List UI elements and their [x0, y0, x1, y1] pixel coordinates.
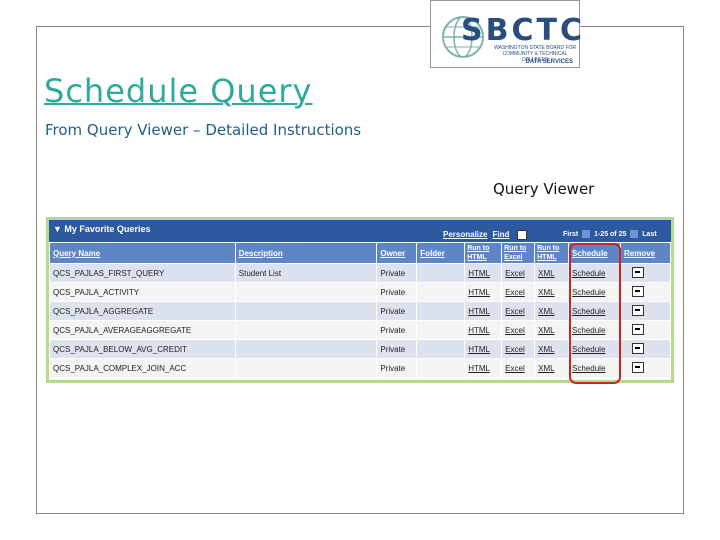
- last-link[interactable]: Last: [642, 231, 656, 238]
- run-xml-link[interactable]: XML: [534, 358, 570, 378]
- col-owner[interactable]: Owner: [376, 242, 418, 264]
- query-folder: [416, 263, 466, 283]
- first-link[interactable]: First: [563, 231, 578, 238]
- run-excel-link[interactable]: Excel: [501, 301, 536, 321]
- remove-cell: [620, 320, 671, 340]
- run-excel-link[interactable]: Excel: [501, 358, 536, 378]
- query-description: Student List: [234, 263, 378, 283]
- header-links: Personalize Find: [443, 230, 532, 240]
- query-folder: [416, 301, 466, 321]
- remove-cell: [620, 282, 671, 302]
- query-description: [234, 301, 378, 321]
- screenshot-caption: Query Viewer: [493, 180, 595, 198]
- find-link[interactable]: Find: [492, 230, 509, 239]
- run-xml-link[interactable]: XML: [534, 339, 570, 359]
- col-remove: Remove: [620, 242, 671, 264]
- favorites-header: ▼ My Favorite Queries Personalize Find Fi…: [49, 220, 671, 242]
- query-name: QCS_PAJLAS_FIRST_QUERY: [49, 263, 236, 283]
- remove-icon[interactable]: [632, 323, 644, 335]
- view-all-icon[interactable]: [517, 230, 528, 240]
- query-folder: [416, 282, 466, 302]
- col-run-xml[interactable]: Run to HTML: [534, 242, 570, 264]
- query-folder: [416, 358, 466, 378]
- query-owner: Private: [376, 358, 418, 378]
- page-range: 1-25 of 25: [594, 230, 627, 238]
- query-description: [234, 358, 378, 378]
- query-name: QCS_PAJLA_AVERAGEAGGREGATE: [49, 320, 236, 340]
- run-html-link[interactable]: HTML: [464, 320, 503, 340]
- run-html-link[interactable]: HTML: [464, 282, 503, 302]
- run-html-link[interactable]: HTML: [464, 301, 503, 321]
- remove-cell: [620, 339, 671, 359]
- remove-cell: [620, 263, 671, 283]
- schedule-column-highlight: [569, 243, 621, 384]
- remove-icon[interactable]: [632, 266, 644, 278]
- remove-icon[interactable]: [632, 342, 644, 354]
- remove-icon[interactable]: [632, 361, 644, 373]
- query-owner: Private: [376, 320, 418, 340]
- next-arrow-icon[interactable]: [630, 230, 639, 238]
- query-owner: Private: [376, 301, 418, 321]
- slide-title: Schedule Query: [44, 72, 313, 110]
- logo-tagline: DATA SERVICES: [525, 59, 573, 65]
- run-xml-link[interactable]: XML: [534, 282, 570, 302]
- query-name: QCS_PAJLA_BELOW_AVG_CREDIT: [49, 339, 236, 359]
- query-folder: [416, 320, 466, 340]
- slide-subtitle: From Query Viewer – Detailed Instruction…: [45, 121, 362, 139]
- run-excel-link[interactable]: Excel: [501, 263, 536, 283]
- pager: First 1-25 of 25 Last: [563, 230, 657, 238]
- col-folder[interactable]: Folder: [416, 242, 466, 264]
- query-owner: Private: [376, 282, 418, 302]
- run-html-link[interactable]: HTML: [464, 339, 503, 359]
- remove-icon[interactable]: [632, 304, 644, 316]
- run-xml-link[interactable]: XML: [534, 301, 570, 321]
- run-xml-link[interactable]: XML: [534, 263, 570, 283]
- query-owner: Private: [376, 339, 418, 359]
- query-name: QCS_PAJLA_AGGREGATE: [49, 301, 236, 321]
- prev-arrow-icon[interactable]: [582, 230, 591, 238]
- remove-cell: [620, 358, 671, 378]
- query-description: [234, 339, 378, 359]
- col-description[interactable]: Description: [234, 242, 378, 264]
- run-excel-link[interactable]: Excel: [501, 339, 536, 359]
- run-html-link[interactable]: HTML: [464, 263, 503, 283]
- col-query-name[interactable]: Query Name: [49, 242, 236, 264]
- remove-cell: [620, 301, 671, 321]
- query-description: [234, 282, 378, 302]
- query-folder: [416, 339, 466, 359]
- personalize-link[interactable]: Personalize: [443, 230, 487, 239]
- logo-text: SBCTC: [461, 13, 585, 48]
- query-owner: Private: [376, 263, 418, 283]
- run-excel-link[interactable]: Excel: [501, 320, 536, 340]
- favorites-title[interactable]: ▼ My Favorite Queries: [53, 224, 150, 234]
- query-name: QCS_PAJLA_COMPLEX_JOIN_ACC: [49, 358, 236, 378]
- run-excel-link[interactable]: Excel: [501, 282, 536, 302]
- col-run-excel[interactable]: Run to Excel: [501, 242, 536, 264]
- col-run-html[interactable]: Run to HTML: [464, 242, 503, 264]
- collapse-icon[interactable]: ▼: [53, 224, 64, 234]
- remove-icon[interactable]: [632, 285, 644, 297]
- run-html-link[interactable]: HTML: [464, 358, 503, 378]
- run-xml-link[interactable]: XML: [534, 320, 570, 340]
- query-name: QCS_PAJLA_ACTIVITY: [49, 282, 236, 302]
- query-description: [234, 320, 378, 340]
- sbctc-logo: SBCTC WASHINGTON STATE BOARD FOR COMMUNI…: [430, 0, 582, 68]
